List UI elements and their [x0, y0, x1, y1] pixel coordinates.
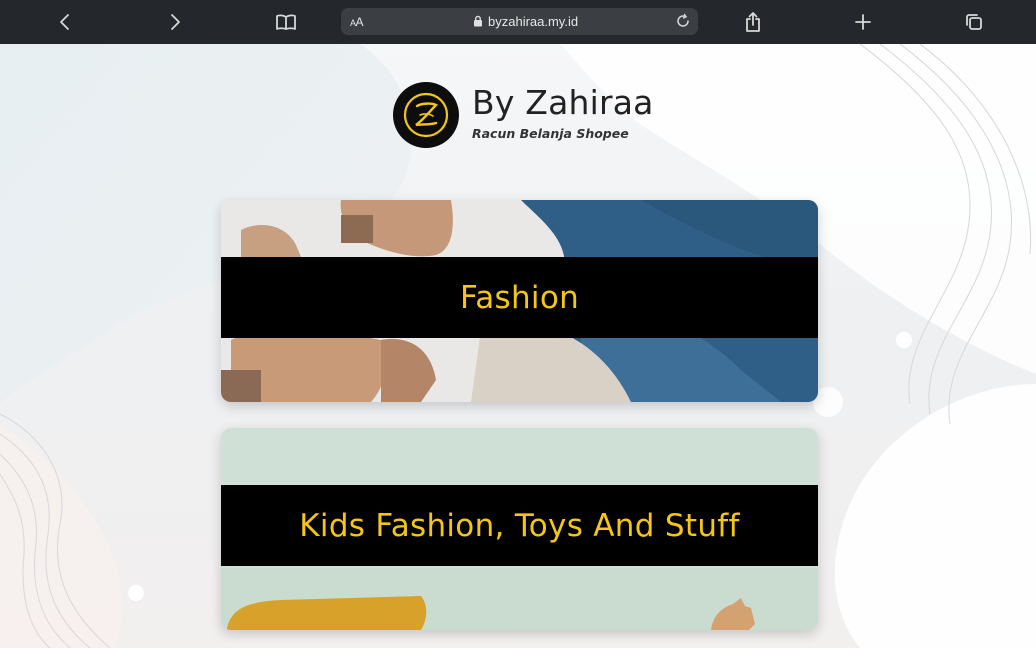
category-label-band: Fashion [221, 257, 818, 338]
brand-logo [393, 82, 459, 148]
category-label: Kids Fashion, Toys And Stuff [299, 507, 740, 544]
forward-button[interactable] [161, 8, 189, 36]
logo-monogram-icon [403, 92, 449, 138]
category-card-kids[interactable]: Kids Fashion, Toys And Stuff [221, 428, 818, 630]
browser-toolbar: AA byzahiraa.my.id [0, 0, 1036, 44]
brand-title: By Zahiraa [472, 83, 654, 122]
app-window: AA byzahiraa.my.id By Zahiraa Racun Bela… [0, 0, 1036, 648]
back-button[interactable] [51, 8, 79, 36]
bookmarks-button[interactable] [272, 8, 300, 36]
share-button[interactable] [739, 8, 767, 36]
brand-header[interactable]: By Zahiraa Racun Belanja Shopee [393, 82, 653, 152]
bookmarks-icon [276, 14, 296, 30]
share-icon [746, 12, 760, 32]
back-icon [60, 14, 69, 30]
tabs-icon [966, 14, 982, 30]
address-bar[interactable]: AA byzahiraa.my.id [341, 8, 698, 35]
lock-icon [474, 15, 482, 27]
brand-subtitle: Racun Belanja Shopee [472, 126, 629, 141]
reload-icon[interactable] [675, 13, 691, 29]
new-tab-icon [855, 14, 871, 30]
category-label-band: Kids Fashion, Toys And Stuff [221, 485, 818, 566]
page-content: By Zahiraa Racun Belanja Shopee Fashion [0, 44, 1036, 648]
url-text: byzahiraa.my.id [488, 14, 579, 29]
tabs-button[interactable] [960, 8, 988, 36]
category-label: Fashion [459, 279, 580, 316]
category-card-fashion[interactable]: Fashion [221, 200, 818, 402]
new-tab-button[interactable] [849, 8, 877, 36]
text-size-button[interactable]: AA [350, 15, 364, 29]
forward-icon [171, 14, 180, 30]
